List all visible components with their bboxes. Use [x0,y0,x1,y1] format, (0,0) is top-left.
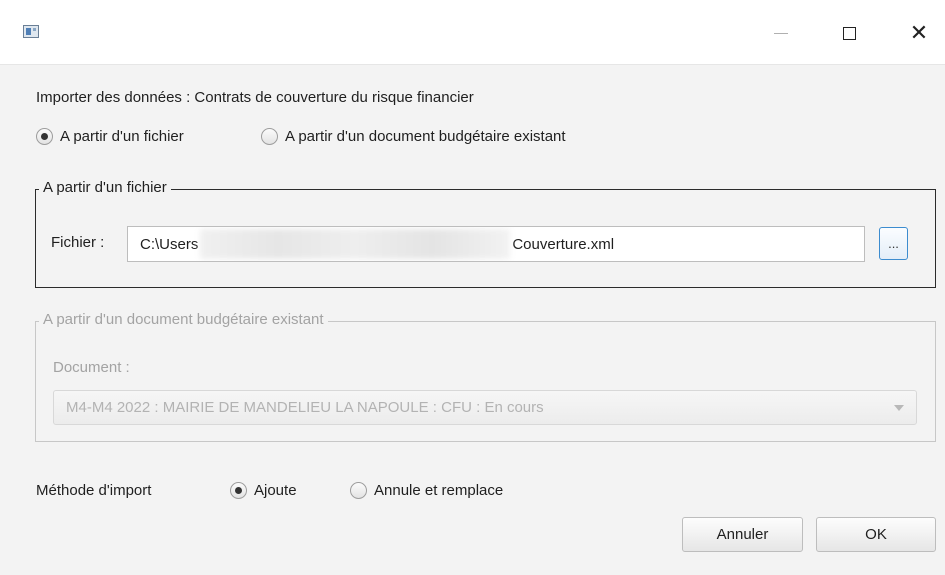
cancel-button[interactable]: Annuler [682,517,803,552]
dialog-heading: Importer des données : Contrats de couve… [36,89,474,106]
minimize-icon [774,32,788,34]
file-path-prefix: C:\Users [140,235,199,253]
import-method-label: Méthode d'import [36,482,152,499]
close-icon: ✕ [909,20,929,45]
close-button[interactable]: ✕ [896,16,942,50]
file-group-title: A partir d'un fichier [39,179,171,196]
radio-ajoute-label: Ajoute [254,482,297,499]
redacted-path-segment [200,229,511,259]
radio-ajoute[interactable]: Ajoute [230,482,297,499]
document-select: M4-M4 2022 : MAIRIE DE MANDELIEU LA NAPO… [53,390,917,425]
radio-annule-remplace-label: Annule et remplace [374,482,504,499]
radio-annule-remplace[interactable]: Annule et remplace [350,482,503,499]
maximize-icon [842,26,856,40]
app-icon [23,25,39,38]
radio-selected-icon [36,128,53,145]
file-path-input[interactable]: C:\Users Couverture.xml [127,226,865,262]
browse-button[interactable]: ... [879,227,908,260]
radio-from-document[interactable]: A partir d'un document budgétaire exista… [261,128,566,145]
document-group-title: A partir d'un document budgétaire exista… [39,311,328,328]
ok-button[interactable]: OK [816,517,936,552]
maximize-button[interactable] [826,16,872,50]
radio-from-file-label: A partir d'un fichier [60,128,184,145]
title-bar: ✕ [0,0,945,65]
radio-unselected-icon [350,482,367,499]
chevron-down-icon [894,405,904,411]
document-select-value: M4-M4 2022 : MAIRIE DE MANDELIEU LA NAPO… [66,399,544,416]
radio-from-document-label: A partir d'un document budgétaire exista… [285,128,566,145]
minimize-button[interactable] [758,16,804,50]
file-field-label: Fichier : [51,234,105,251]
file-path-suffix: Couverture.xml [512,235,615,253]
radio-unselected-icon [261,128,278,145]
radio-selected-icon [230,482,247,499]
document-field-label: Document : [53,359,130,376]
radio-from-file[interactable]: A partir d'un fichier [36,128,184,145]
